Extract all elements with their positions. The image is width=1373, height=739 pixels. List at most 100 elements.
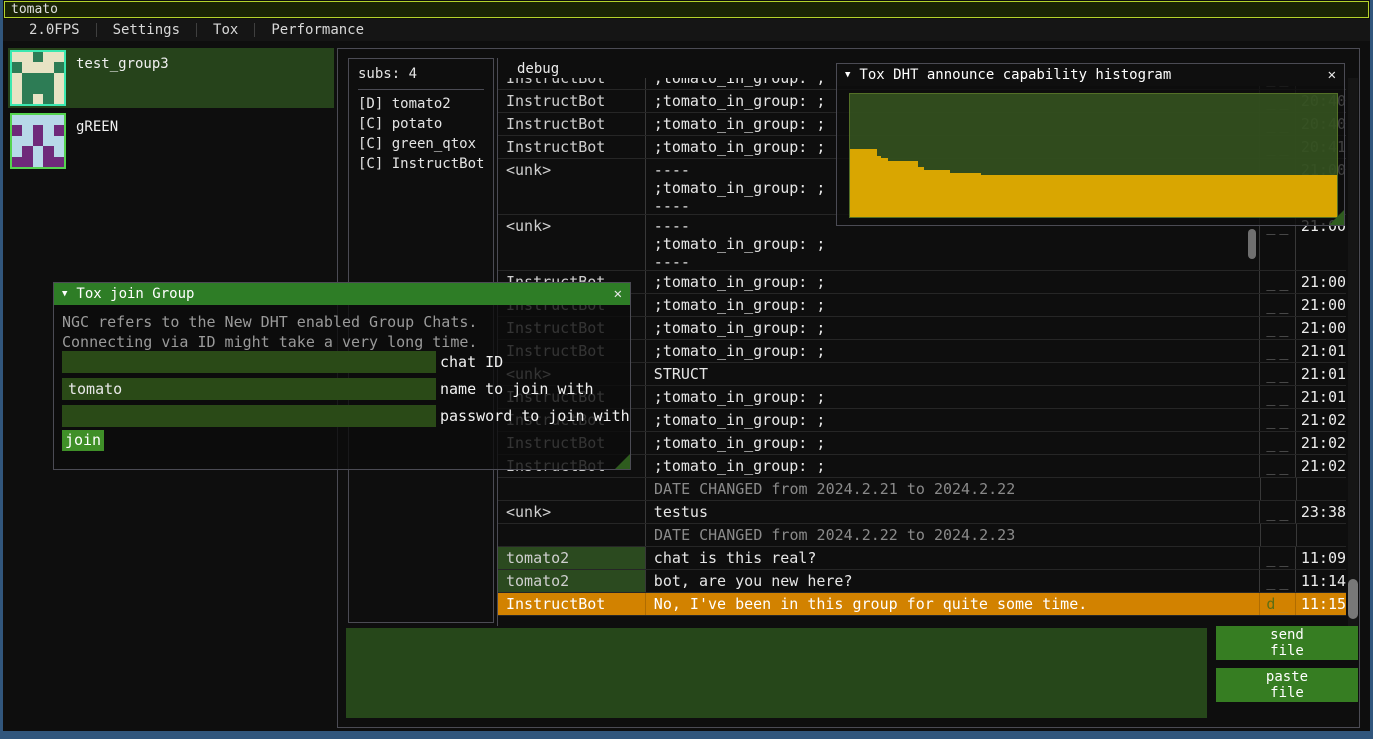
resize-grip[interactable] [1329, 210, 1344, 225]
chat-message-row[interactable]: tomato2chat is this real?__11:09 [498, 547, 1346, 570]
subs-member-green-qtox[interactable]: [C] green_qtox [358, 134, 484, 154]
chat-id-label: chat ID [440, 351, 503, 373]
avatar-pixel [22, 52, 32, 62]
avatar-pixel [54, 136, 64, 146]
pending-flag-icon: _ [1279, 296, 1288, 314]
delivered-flag-icon: d [1266, 595, 1275, 613]
avatar-pixel [43, 62, 53, 72]
message-text: ;tomato_in_group: ; [645, 409, 1259, 431]
date-changed-row[interactable]: DATE CHANGED from 2024.2.21 to 2024.2.22 [498, 478, 1346, 501]
pending-flag-icon: _ [1279, 365, 1288, 383]
avatar-pixel [43, 115, 53, 125]
avatar-pixel [12, 73, 22, 83]
avatar-pixel [12, 157, 22, 167]
message-text: bot, are you new here? [645, 570, 1259, 592]
message-timestamp: 21:00 [1295, 294, 1346, 316]
chat-scrollbar-track[interactable] [1348, 78, 1358, 626]
chat-message-row[interactable]: tomato2bot, are you new here?__11:14 [498, 570, 1346, 593]
pending-flag-icon: _ [1279, 342, 1288, 360]
avatar-pixel [54, 157, 64, 167]
dht-histogram-window[interactable]: ▼ Tox DHT announce capability histogram … [836, 63, 1345, 226]
chat-message-row[interactable]: <unk>testus__23:38 [498, 501, 1346, 524]
button-label-line: send [1270, 627, 1304, 643]
avatar-pixel [33, 146, 43, 156]
message-sender: InstructBot [498, 113, 645, 135]
avatar-pixel [33, 157, 43, 167]
subs-member-tomato2[interactable]: [D] tomato2 [358, 94, 484, 114]
subs-member-list: [D] tomato2[C] potato[C] green_qtox[C] I… [358, 94, 484, 174]
histogram-bar-segment [981, 175, 1337, 217]
subs-member-potato[interactable]: [C] potato [358, 114, 484, 134]
avatar-pixel [33, 94, 43, 104]
pending-flag-icon: _ [1266, 319, 1275, 337]
chat-scrollbar-thumb[interactable] [1348, 579, 1358, 619]
message-text: No, I've been in this group for quite so… [645, 593, 1259, 615]
avatar-pixel [33, 83, 43, 93]
group-item-green[interactable]: gREEN [8, 111, 334, 171]
pending-flag-icon: _ [1266, 342, 1275, 360]
message-status-flags: __ [1259, 570, 1295, 592]
avatar-pixel [54, 94, 64, 104]
message-sender: InstructBot [498, 78, 645, 89]
date-changed-row[interactable]: DATE CHANGED from 2024.2.22 to 2024.2.23 [498, 524, 1346, 547]
paste-file-button[interactable]: pastefile [1216, 668, 1358, 702]
avatar-pixel [12, 115, 22, 125]
avatar-pixel [22, 157, 32, 167]
menu-item-tox[interactable]: Tox [197, 22, 254, 38]
message-timestamp: 21:01 [1295, 386, 1346, 408]
close-icon[interactable]: ✕ [1328, 67, 1336, 83]
join-group-window[interactable]: ▼ Tox join Group ✕ NGC refers to the New… [53, 282, 631, 470]
pending-flag-icon: _ [1266, 434, 1275, 452]
avatar-pixel [22, 62, 32, 72]
pending-flag-icon: _ [1266, 365, 1275, 383]
pending-flag-icon: _ [1279, 388, 1288, 406]
join-name-input[interactable]: tomato [62, 378, 436, 400]
message-status-flags: __ [1259, 547, 1295, 569]
join-button[interactable]: join [62, 430, 104, 451]
inner-scrollbar-thumb[interactable] [1248, 229, 1256, 259]
app-background: tomato 2.0FPSSettingsToxPerformance test… [3, 0, 1370, 731]
message-sender: <unk> [498, 159, 645, 214]
button-label-line: file [1270, 685, 1304, 701]
avatar-pixel [33, 73, 43, 83]
pending-flag-icon: _ [1266, 411, 1275, 429]
pending-flag-icon: _ [1279, 572, 1288, 590]
join-password-input[interactable] [62, 405, 436, 427]
close-icon[interactable]: ✕ [614, 286, 622, 302]
histogram-bar-segment [888, 161, 918, 217]
dht-histogram-titlebar[interactable]: ▼ Tox DHT announce capability histogram … [837, 64, 1344, 86]
avatar-pixel [43, 146, 53, 156]
menu-item-performance[interactable]: Performance [255, 22, 380, 38]
message-status-flags: __ [1259, 317, 1295, 339]
menu-item-2-0fps[interactable]: 2.0FPS [13, 22, 96, 38]
group-avatar [10, 113, 66, 169]
avatar-pixel [54, 125, 64, 135]
join-hint-line-2: Connecting via ID might take a very long… [62, 333, 477, 351]
message-text: ;tomato_in_group: ; [645, 340, 1259, 362]
resize-grip[interactable] [615, 454, 630, 469]
avatar-pixel [54, 115, 64, 125]
group-item-test-group3[interactable]: test_group3 [8, 48, 334, 108]
avatar-pixel [12, 136, 22, 146]
join-group-titlebar[interactable]: ▼ Tox join Group ✕ [54, 283, 630, 305]
chat-id-input[interactable] [62, 351, 436, 373]
message-timestamp [1296, 524, 1346, 546]
collapse-triangle-icon[interactable]: ▼ [845, 70, 850, 80]
menu-bar: 2.0FPSSettingsToxPerformance [3, 19, 1370, 41]
avatar-pixel [54, 146, 64, 156]
chat-message-row[interactable]: InstructBotNo, I've been in this group f… [498, 593, 1346, 616]
message-timestamp: 21:01 [1295, 363, 1346, 385]
message-sender [498, 524, 645, 546]
message-timestamp: 21:00 [1295, 317, 1346, 339]
avatar-pixel [22, 146, 32, 156]
send-file-button[interactable]: sendfile [1216, 626, 1358, 660]
collapse-triangle-icon[interactable]: ▼ [62, 289, 67, 299]
subs-member-instructbot[interactable]: [C] InstructBot [358, 154, 484, 174]
message-input[interactable] [346, 628, 1207, 718]
join-hint-line-1: NGC refers to the New DHT enabled Group … [62, 313, 477, 331]
message-timestamp: 11:09 [1295, 547, 1346, 569]
dht-histogram-title: Tox DHT announce capability histogram [859, 67, 1327, 83]
window-titlebar[interactable]: tomato [4, 1, 1369, 18]
pending-flag-icon: _ [1279, 595, 1288, 613]
menu-item-settings[interactable]: Settings [97, 22, 196, 38]
